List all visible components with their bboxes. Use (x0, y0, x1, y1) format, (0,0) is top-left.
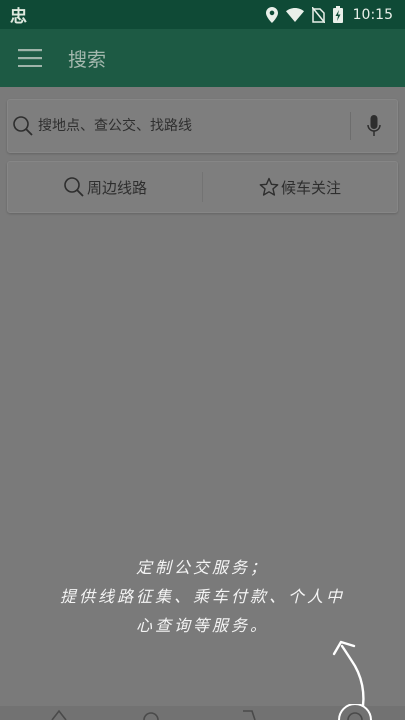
tutorial-line-1: 定制公交服务； (135, 558, 269, 577)
waiting-follow-button[interactable]: 候车关注 (203, 162, 397, 212)
search-icon (64, 177, 84, 197)
nav-home-icon[interactable] (50, 708, 68, 720)
nav-transfer-icon[interactable] (240, 708, 258, 720)
menu-button[interactable] (2, 29, 58, 87)
app-bar: 搜索 (0, 29, 405, 87)
status-bar: 忠 10:15 (0, 0, 405, 29)
search-icon (13, 116, 33, 136)
search-input[interactable] (36, 100, 350, 152)
app-notification-icon: 忠 (10, 7, 27, 27)
search-icon-wrap (8, 115, 36, 137)
location-icon (265, 6, 278, 23)
nearby-routes-label: 周边线路 (86, 178, 147, 197)
wifi-icon (285, 7, 304, 22)
page-title: 搜索 (68, 48, 107, 71)
no-sim-icon (311, 6, 325, 23)
microphone-icon (367, 115, 381, 136)
quick-actions: 周边线路 候车关注 (7, 161, 398, 213)
voice-search-button[interactable] (351, 100, 397, 152)
nav-profile-icon[interactable] (335, 704, 375, 720)
status-right: 10:15 (265, 6, 393, 23)
search-bar (7, 99, 398, 153)
status-left: 忠 (10, 2, 27, 27)
clock: 10:15 (352, 6, 393, 23)
nearby-routes-button[interactable]: 周边线路 (8, 162, 202, 212)
star-icon (259, 177, 279, 196)
nav-search-icon[interactable] (142, 708, 160, 720)
tutorial-line-2: 提供线路征集、乘车付款、个人中 (59, 587, 345, 606)
menu-icon (18, 49, 42, 67)
battery-charging-icon (332, 6, 343, 23)
waiting-follow-label: 候车关注 (280, 178, 341, 197)
tutorial-text: 定制公交服务； 提供线路征集、乘车付款、个人中 心查询等服务。 (0, 553, 405, 640)
